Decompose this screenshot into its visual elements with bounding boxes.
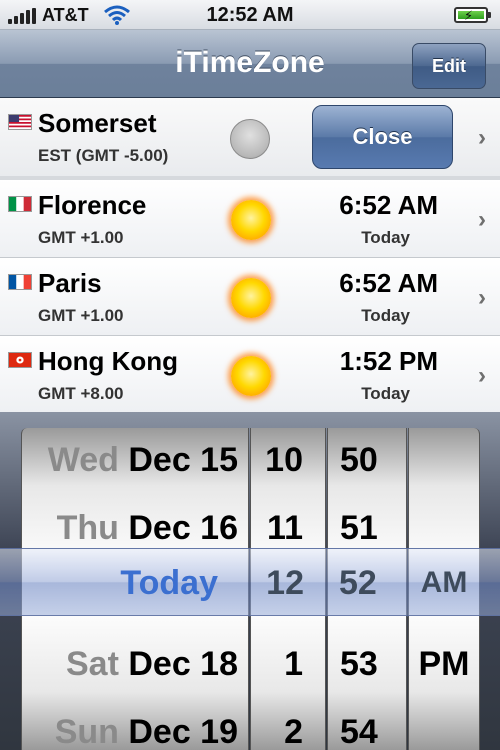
- picker-selected-ampm[interactable]: AM: [408, 549, 480, 617]
- picker-hour-item[interactable]: 10: [251, 428, 325, 494]
- sun-icon: [231, 356, 271, 396]
- edit-button[interactable]: Edit: [412, 43, 486, 89]
- local-day: Today: [361, 306, 410, 325]
- timezone-offset: EST (GMT -5.00): [38, 146, 169, 165]
- city-name: Paris: [38, 268, 102, 298]
- picker-hour-item[interactable]: 2: [251, 698, 325, 750]
- picker-hour-item[interactable]: 1: [251, 630, 325, 698]
- picker-selected-date[interactable]: Today: [21, 549, 249, 617]
- local-time: 6:52 AM: [339, 268, 438, 298]
- city-name: Hong Kong: [38, 346, 179, 376]
- sun-icon: [231, 200, 271, 240]
- hong-kong-flag-icon: [8, 352, 32, 368]
- local-time: 6:52 AM: [339, 190, 438, 220]
- timezone-offset: GMT +1.00: [38, 228, 124, 247]
- picker-minute-item[interactable]: 50: [328, 428, 406, 494]
- chevron-right-icon[interactable]: ›: [478, 362, 486, 390]
- picker-ampm-item[interactable]: PM: [409, 630, 479, 698]
- chevron-right-icon[interactable]: ›: [478, 284, 486, 312]
- italy-flag-icon: [8, 196, 32, 212]
- navigation-bar: iTimeZone Edit: [0, 30, 500, 98]
- status-clock: 12:52 AM: [206, 4, 294, 26]
- chevron-right-icon[interactable]: ›: [478, 124, 486, 152]
- moon-icon: [230, 119, 270, 159]
- us-flag-icon: [8, 114, 32, 130]
- picker-date-item[interactable]: Sat Dec 18: [22, 630, 248, 698]
- timezone-row-hong-kong[interactable]: Hong Kong GMT +8.00 1:52 PM Today ›: [0, 336, 500, 414]
- local-time: 1:52 PM: [339, 346, 438, 376]
- local-day: Today: [361, 384, 410, 403]
- close-button[interactable]: Close: [312, 105, 453, 169]
- france-flag-icon: [8, 274, 32, 290]
- battery-icon: ⚡: [454, 7, 491, 23]
- city-name: Somerset: [38, 108, 157, 138]
- picker-minute-item[interactable]: 54: [328, 698, 406, 750]
- city-name: Florence: [38, 190, 147, 220]
- picker-date-item[interactable]: Wed Dec 15: [22, 428, 248, 494]
- local-day: Today: [361, 228, 410, 247]
- timezone-offset: GMT +1.00: [38, 306, 124, 325]
- timezone-row-paris[interactable]: Paris GMT +1.00 6:52 AM Today ›: [0, 258, 500, 336]
- sun-icon: [231, 278, 271, 318]
- timezone-row-somerset[interactable]: Somerset EST (GMT -5.00) Close ›: [0, 98, 500, 180]
- picker-selected-hour[interactable]: 12: [250, 549, 326, 617]
- picker-minute-item[interactable]: 53: [328, 630, 406, 698]
- timezone-list: Somerset EST (GMT -5.00) Close › Florenc…: [0, 98, 500, 414]
- picker-date-item[interactable]: Sun Dec 19: [22, 698, 248, 750]
- timezone-offset: GMT +8.00: [38, 384, 124, 403]
- status-bar: AT&T 12:52 AM ⚡: [0, 0, 500, 30]
- timezone-row-florence[interactable]: Florence GMT +1.00 6:52 AM Today ›: [0, 180, 500, 258]
- picker-selected-minute[interactable]: 52: [327, 549, 407, 617]
- chevron-right-icon[interactable]: ›: [478, 206, 486, 234]
- picker-selection-indicator: Today 12 52 AM: [0, 548, 500, 617]
